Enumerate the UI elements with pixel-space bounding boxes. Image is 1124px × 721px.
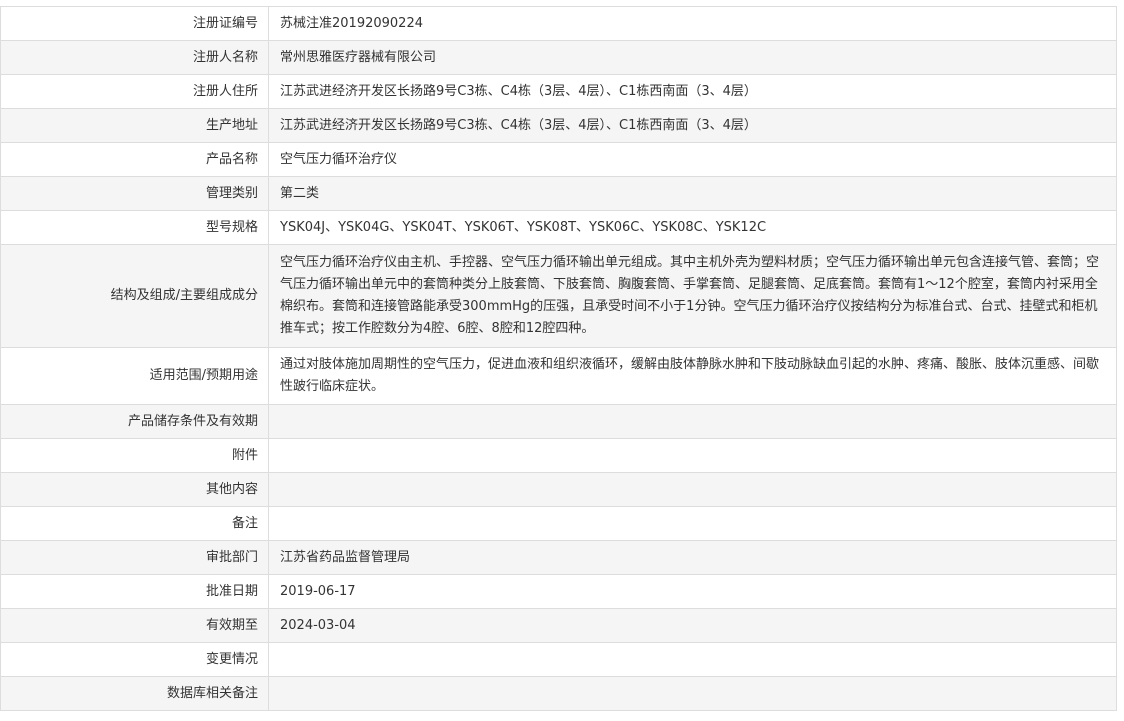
row-remarks: 备注 [0, 506, 1117, 541]
row-attachments: 附件 [0, 438, 1117, 473]
row-label: 批准日期 [0, 574, 269, 609]
row-storage-shelf-life: 产品储存条件及有效期 [0, 404, 1117, 439]
row-label: 注册人名称 [0, 40, 269, 75]
row-change-history: 变更情况 [0, 642, 1117, 677]
row-registrant-name: 注册人名称 常州思雅医疗器械有限公司 [0, 40, 1117, 75]
row-value [268, 472, 1117, 507]
row-structure-composition: 结构及组成/主要组成成分 空气压力循环治疗仪由主机、手控器、空气压力循环输出单元… [0, 244, 1117, 348]
row-label: 管理类别 [0, 176, 269, 211]
row-label: 型号规格 [0, 210, 269, 245]
row-label: 产品名称 [0, 142, 269, 177]
row-approval-date: 批准日期 2019-06-17 [0, 574, 1117, 609]
row-label: 审批部门 [0, 540, 269, 575]
row-management-category: 管理类别 第二类 [0, 176, 1117, 211]
row-value [268, 506, 1117, 541]
row-database-notes: 数据库相关备注 [0, 676, 1117, 711]
row-label: 生产地址 [0, 108, 269, 143]
row-value [268, 642, 1117, 677]
row-label: 附件 [0, 438, 269, 473]
row-other-content: 其他内容 [0, 472, 1117, 507]
row-value: 2024-03-04 [268, 608, 1117, 643]
row-label: 注册人住所 [0, 74, 269, 109]
row-label: 有效期至 [0, 608, 269, 643]
row-model-specification: 型号规格 YSK04J、YSK04G、YSK04T、YSK06T、YSK08T、… [0, 210, 1117, 245]
row-value: 常州思雅医疗器械有限公司 [268, 40, 1117, 75]
row-value [268, 438, 1117, 473]
row-label: 注册证编号 [0, 6, 269, 41]
row-registrant-address: 注册人住所 江苏武进经济开发区长扬路9号C3栋、C4栋（3层、4层）、C1栋西南… [0, 74, 1117, 109]
row-value: 2019-06-17 [268, 574, 1117, 609]
row-label: 变更情况 [0, 642, 269, 677]
row-value: 通过对肢体施加周期性的空气压力，促进血液和组织液循环，缓解由肢体静脉水肿和下肢动… [268, 347, 1117, 405]
row-label: 数据库相关备注 [0, 676, 269, 711]
row-value: 江苏武进经济开发区长扬路9号C3栋、C4栋（3层、4层）、C1栋西南面（3、4层… [268, 74, 1117, 109]
row-value [268, 676, 1117, 711]
registration-record-table-wrap: 注册证编号 苏械注准20192090224 注册人名称 常州思雅医疗器械有限公司… [0, 6, 1117, 711]
registration-record-table: 注册证编号 苏械注准20192090224 注册人名称 常州思雅医疗器械有限公司… [0, 6, 1117, 711]
row-value [268, 404, 1117, 439]
row-valid-until: 有效期至 2024-03-04 [0, 608, 1117, 643]
row-label: 适用范围/预期用途 [0, 347, 269, 405]
row-value: 空气压力循环治疗仪 [268, 142, 1117, 177]
row-value: YSK04J、YSK04G、YSK04T、YSK06T、YSK08T、YSK06… [268, 210, 1117, 245]
row-value: 苏械注准20192090224 [268, 6, 1117, 41]
row-product-name: 产品名称 空气压力循环治疗仪 [0, 142, 1117, 177]
row-label: 结构及组成/主要组成成分 [0, 244, 269, 348]
row-label: 备注 [0, 506, 269, 541]
row-approval-department: 审批部门 江苏省药品监督管理局 [0, 540, 1117, 575]
row-label: 其他内容 [0, 472, 269, 507]
row-value: 空气压力循环治疗仪由主机、手控器、空气压力循环输出单元组成。其中主机外壳为塑料材… [268, 244, 1117, 348]
row-production-address: 生产地址 江苏武进经济开发区长扬路9号C3栋、C4栋（3层、4层）、C1栋西南面… [0, 108, 1117, 143]
row-label: 产品储存条件及有效期 [0, 404, 269, 439]
row-registration-number: 注册证编号 苏械注准20192090224 [0, 6, 1117, 41]
row-intended-use: 适用范围/预期用途 通过对肢体施加周期性的空气压力，促进血液和组织液循环，缓解由… [0, 347, 1117, 405]
row-value: 江苏省药品监督管理局 [268, 540, 1117, 575]
row-value: 江苏武进经济开发区长扬路9号C3栋、C4栋（3层、4层）、C1栋西南面（3、4层… [268, 108, 1117, 143]
row-value: 第二类 [268, 176, 1117, 211]
